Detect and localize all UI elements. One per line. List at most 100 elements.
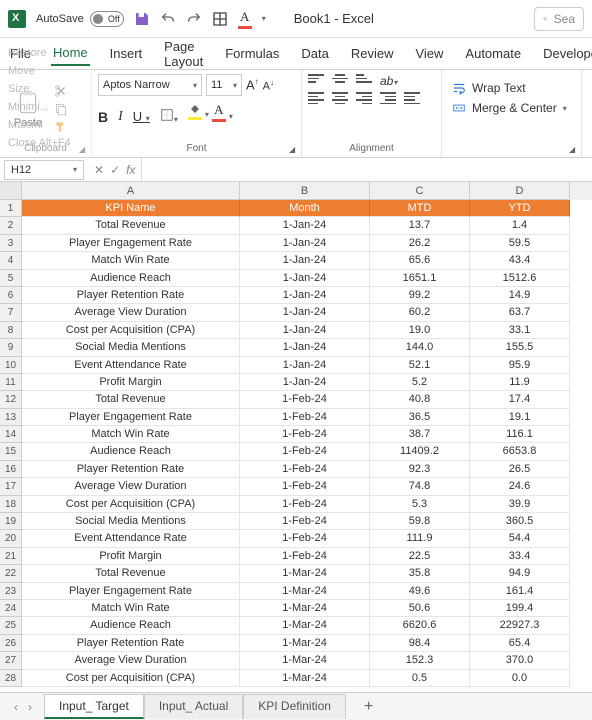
fx-icon[interactable]: fx bbox=[126, 163, 135, 177]
sheet-tab[interactable]: Input_ Actual bbox=[144, 694, 243, 719]
cell[interactable]: 92.3 bbox=[370, 461, 470, 478]
cell[interactable]: Player Retention Rate bbox=[22, 461, 240, 478]
cell[interactable]: Cost per Acquisition (CPA) bbox=[22, 322, 240, 339]
cell[interactable]: 1-Mar-24 bbox=[240, 583, 370, 600]
cell[interactable]: 111.9 bbox=[370, 530, 470, 547]
cell[interactable]: 1-Feb-24 bbox=[240, 426, 370, 443]
align-bottom-icon[interactable] bbox=[356, 74, 372, 88]
cell[interactable]: Cost per Acquisition (CPA) bbox=[22, 670, 240, 687]
cell[interactable]: Player Engagement Rate bbox=[22, 409, 240, 426]
cell[interactable]: 33.1 bbox=[470, 322, 570, 339]
merge-center-button[interactable]: Merge & Center ▾ bbox=[448, 98, 575, 118]
cell[interactable]: 116.1 bbox=[470, 426, 570, 443]
cell[interactable]: 39.9 bbox=[470, 496, 570, 513]
cell[interactable]: 1-Jan-24 bbox=[240, 270, 370, 287]
cell[interactable]: 65.4 bbox=[470, 635, 570, 652]
ribbon-tab-file[interactable]: File bbox=[8, 42, 33, 65]
align-center-icon[interactable] bbox=[332, 92, 348, 106]
decrease-indent-icon[interactable] bbox=[380, 92, 396, 106]
cell[interactable]: 1.4 bbox=[470, 217, 570, 234]
select-all-corner[interactable] bbox=[0, 182, 22, 200]
decrease-font-icon[interactable]: A↓ bbox=[263, 78, 274, 93]
font-size-select[interactable]: 11▾ bbox=[206, 74, 242, 96]
enter-formula-icon[interactable]: ✓ bbox=[110, 163, 120, 177]
underline-button[interactable]: U ▾ bbox=[133, 109, 150, 124]
cell[interactable]: 1-Jan-24 bbox=[240, 217, 370, 234]
cell[interactable]: Average View Duration bbox=[22, 478, 240, 495]
cell[interactable]: 43.4 bbox=[470, 252, 570, 269]
cell[interactable]: Profit Margin bbox=[22, 374, 240, 391]
italic-button[interactable]: I bbox=[118, 109, 123, 125]
cell[interactable]: 14.9 bbox=[470, 287, 570, 304]
cell[interactable]: 1-Jan-24 bbox=[240, 287, 370, 304]
cell[interactable]: 38.7 bbox=[370, 426, 470, 443]
cell[interactable]: Match Win Rate bbox=[22, 252, 240, 269]
cell[interactable]: Player Retention Rate bbox=[22, 635, 240, 652]
row-header[interactable]: 27 bbox=[0, 652, 22, 669]
cell[interactable]: Audience Reach bbox=[22, 443, 240, 460]
undo-icon[interactable] bbox=[160, 11, 176, 27]
cell[interactable]: Match Win Rate bbox=[22, 600, 240, 617]
column-header[interactable]: D bbox=[470, 182, 570, 200]
cancel-formula-icon[interactable]: ✕ bbox=[94, 163, 104, 177]
cell[interactable]: 60.2 bbox=[370, 304, 470, 321]
cell[interactable]: Match Win Rate bbox=[22, 426, 240, 443]
cell[interactable]: 1-Jan-24 bbox=[240, 339, 370, 356]
row-header[interactable]: 24 bbox=[0, 600, 22, 617]
sheet-tab[interactable]: KPI Definition bbox=[243, 694, 346, 719]
cell[interactable]: 98.4 bbox=[370, 635, 470, 652]
row-header[interactable]: 5 bbox=[0, 270, 22, 287]
cell[interactable]: 6620.6 bbox=[370, 617, 470, 634]
row-header[interactable]: 16 bbox=[0, 461, 22, 478]
row-header[interactable]: 8 bbox=[0, 322, 22, 339]
row-header[interactable]: 26 bbox=[0, 635, 22, 652]
sheet-nav-right-icon[interactable]: › bbox=[28, 700, 32, 714]
bold-button[interactable]: B bbox=[98, 109, 108, 125]
cell[interactable]: 152.3 bbox=[370, 652, 470, 669]
cell[interactable]: 0.0 bbox=[470, 670, 570, 687]
cell[interactable]: 95.9 bbox=[470, 357, 570, 374]
cell[interactable]: 1-Jan-24 bbox=[240, 252, 370, 269]
cell[interactable]: Total Revenue bbox=[22, 565, 240, 582]
align-left-icon[interactable] bbox=[308, 92, 324, 106]
redo-icon[interactable] bbox=[186, 11, 202, 27]
cell[interactable]: 1512.6 bbox=[470, 270, 570, 287]
cell[interactable]: 5.2 bbox=[370, 374, 470, 391]
ribbon-tab-view[interactable]: View bbox=[413, 42, 445, 65]
cell[interactable]: 35.8 bbox=[370, 565, 470, 582]
row-header[interactable]: 9 bbox=[0, 339, 22, 356]
cell[interactable]: 24.6 bbox=[470, 478, 570, 495]
row-header[interactable]: 28 bbox=[0, 670, 22, 687]
cell[interactable]: 94.9 bbox=[470, 565, 570, 582]
cell[interactable]: Player Engagement Rate bbox=[22, 583, 240, 600]
cell[interactable]: 33.4 bbox=[470, 548, 570, 565]
cell[interactable]: 52.1 bbox=[370, 357, 470, 374]
borders-button[interactable]: ▾ bbox=[160, 108, 178, 125]
clipboard-launcher-icon[interactable]: ◢ bbox=[79, 145, 89, 155]
header-cell[interactable]: KPI Name bbox=[22, 200, 240, 217]
wrap-text-button[interactable]: Wrap Text bbox=[448, 78, 575, 98]
cell[interactable]: 1-Mar-24 bbox=[240, 652, 370, 669]
cell[interactable]: 11409.2 bbox=[370, 443, 470, 460]
cell[interactable]: 26.2 bbox=[370, 235, 470, 252]
cell[interactable]: Event Attendance Rate bbox=[22, 530, 240, 547]
column-header[interactable]: A bbox=[22, 182, 240, 200]
cell[interactable]: 6653.8 bbox=[470, 443, 570, 460]
formula-input[interactable] bbox=[141, 158, 592, 181]
cell[interactable]: 155.5 bbox=[470, 339, 570, 356]
cell[interactable]: Social Media Mentions bbox=[22, 513, 240, 530]
qat-dropdown-icon[interactable]: ▾ bbox=[262, 14, 266, 23]
alignment-launcher-icon[interactable]: ◢ bbox=[569, 145, 579, 155]
font-color-button[interactable]: A▾ bbox=[212, 102, 226, 131]
row-header[interactable]: 7 bbox=[0, 304, 22, 321]
cell[interactable]: 1-Feb-24 bbox=[240, 478, 370, 495]
cell[interactable]: 54.4 bbox=[470, 530, 570, 547]
cell[interactable]: Event Attendance Rate bbox=[22, 357, 240, 374]
cell[interactable]: 1-Mar-24 bbox=[240, 670, 370, 687]
cell[interactable]: 1-Feb-24 bbox=[240, 548, 370, 565]
cell[interactable]: 1-Jan-24 bbox=[240, 304, 370, 321]
cell[interactable]: 1-Feb-24 bbox=[240, 409, 370, 426]
header-cell[interactable]: MTD bbox=[370, 200, 470, 217]
paste-button[interactable]: Paste bbox=[6, 74, 50, 143]
ribbon-tab-insert[interactable]: Insert bbox=[108, 42, 145, 65]
